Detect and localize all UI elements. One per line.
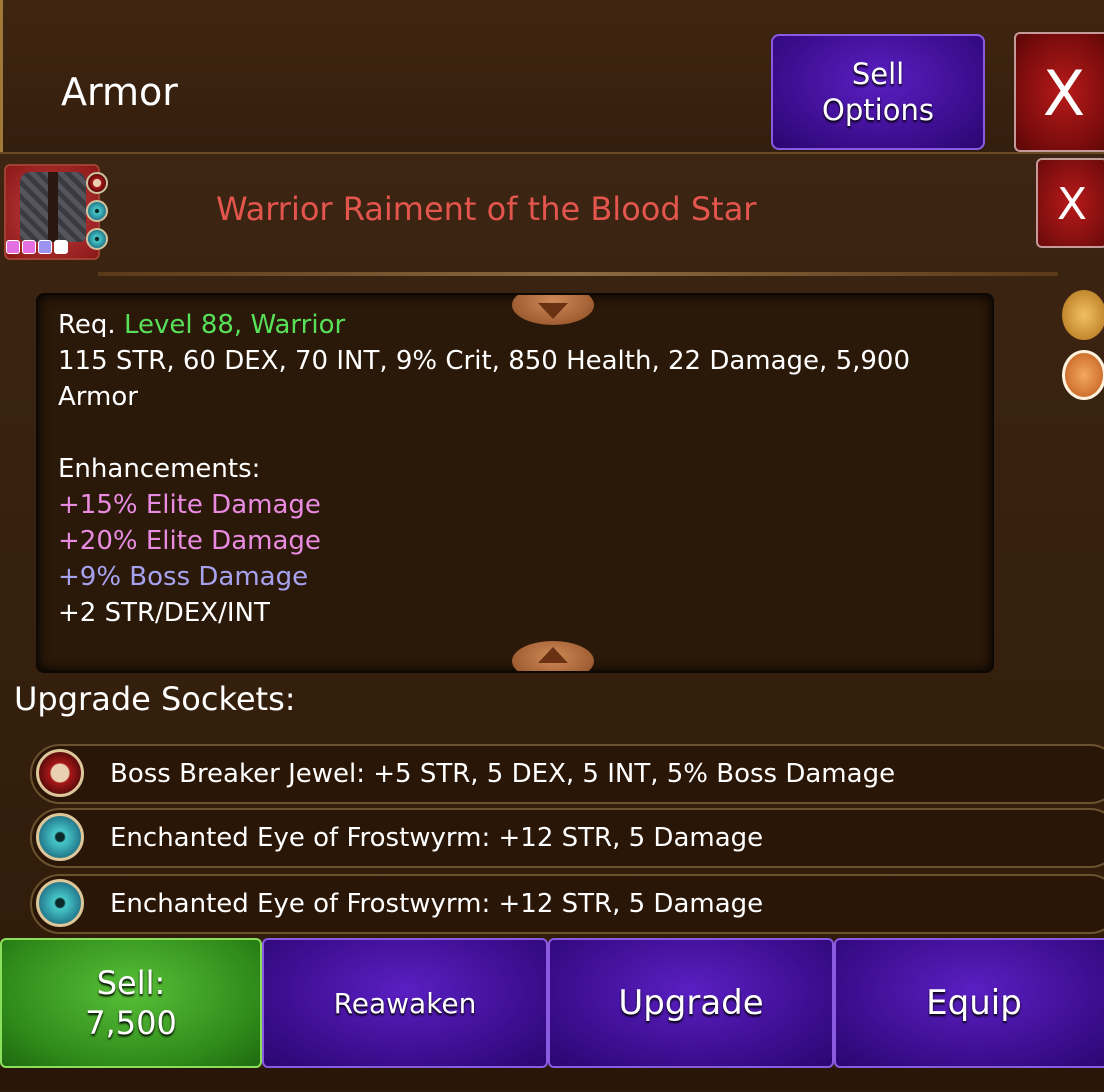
socket-row[interactable]: Enchanted Eye of Frostwyrm: +12 STR, 5 D… xyxy=(30,808,1104,868)
requirement-value: Level 88, Warrior xyxy=(123,310,346,337)
gem-slot xyxy=(22,240,36,254)
enhancements-title: Enhancements: xyxy=(58,454,261,484)
socket-text: Enchanted Eye of Frostwyrm: +12 STR, 5 D… xyxy=(110,889,764,919)
gold-bag-icon[interactable] xyxy=(1062,290,1104,340)
reawaken-button[interactable]: Reawaken xyxy=(262,938,548,1068)
sell-button[interactable]: Sell: 7,500 xyxy=(0,938,262,1068)
sell-label: Sell: xyxy=(96,964,166,1002)
socket-row[interactable]: Enchanted Eye of Frostwyrm: +12 STR, 5 D… xyxy=(30,874,1104,934)
skull-socket-mini-icon xyxy=(86,172,108,194)
enhancement-line: +2 STR/DEX/INT xyxy=(58,598,270,628)
scroll-down-button[interactable] xyxy=(512,641,594,671)
swap-icon[interactable] xyxy=(1062,350,1104,400)
frostwyrm-eye-icon xyxy=(36,879,84,927)
base-stats: 115 STR, 60 DEX, 70 INT, 9% Crit, 850 He… xyxy=(58,346,911,412)
eye-socket-mini-icon xyxy=(86,228,108,250)
chevron-down-icon xyxy=(538,303,568,319)
upgrade-button[interactable]: Upgrade xyxy=(548,938,834,1068)
chevron-up-icon xyxy=(538,647,568,663)
gem-indicators xyxy=(6,240,68,254)
bottom-strip xyxy=(0,1068,1104,1090)
skull-jewel-icon xyxy=(36,749,84,797)
sell-options-button[interactable]: Sell Options xyxy=(771,34,985,150)
socket-text: Enchanted Eye of Frostwyrm: +12 STR, 5 D… xyxy=(110,823,764,853)
divider xyxy=(98,272,1058,276)
sell-price: 7,500 xyxy=(85,1004,177,1042)
eye-socket-mini-icon xyxy=(86,200,108,222)
frostwyrm-eye-icon xyxy=(36,813,84,861)
item-name: Warrior Raiment of the Blood Star xyxy=(216,190,757,228)
enhancement-line: +9% Boss Damage xyxy=(58,562,309,592)
enhancement-line: +15% Elite Damage xyxy=(58,490,321,520)
sell-options-label: Sell Options xyxy=(822,57,934,127)
page-title: Armor xyxy=(61,70,178,114)
item-close-button[interactable]: X xyxy=(1036,158,1104,248)
requirement-prefix: Req. xyxy=(58,310,116,337)
equip-button[interactable]: Equip xyxy=(834,938,1104,1068)
gem-slot xyxy=(38,240,52,254)
socket-text: Boss Breaker Jewel: +5 STR, 5 DEX, 5 INT… xyxy=(110,759,896,789)
item-stats-box[interactable]: Req. Level 88, Warrior 115 STR, 60 DEX, … xyxy=(36,293,994,673)
item-stats-text: Req. Level 88, Warrior 115 STR, 60 DEX, … xyxy=(58,310,978,631)
enhancement-line: +20% Elite Damage xyxy=(58,526,321,556)
socket-row[interactable]: Boss Breaker Jewel: +5 STR, 5 DEX, 5 INT… xyxy=(30,744,1104,804)
close-button[interactable]: X xyxy=(1014,32,1104,152)
upgrade-sockets-title: Upgrade Sockets: xyxy=(14,680,296,718)
gem-slot xyxy=(54,240,68,254)
gem-slot xyxy=(6,240,20,254)
